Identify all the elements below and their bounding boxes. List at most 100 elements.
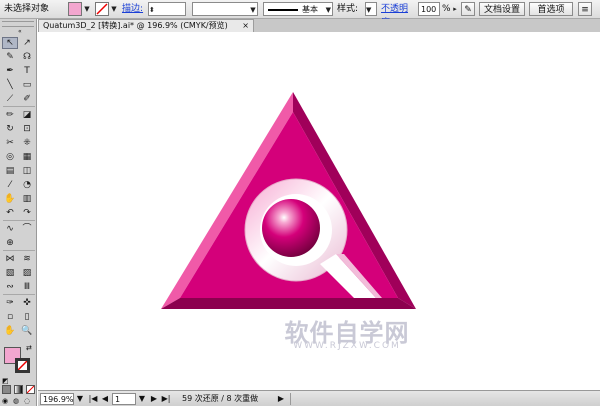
measure-tool-icon[interactable]: 🔍: [19, 325, 35, 337]
width-tool-icon[interactable]: ⊕: [2, 237, 18, 249]
draw-normal-icon[interactable]: ◉: [2, 397, 8, 405]
magic-wand-tool-icon[interactable]: ✎: [2, 51, 18, 63]
chevron-down-icon: ▼: [325, 6, 331, 14]
rotate-tool-icon[interactable]: ↻: [2, 123, 18, 135]
page-dropdown-icon[interactable]: ▼: [137, 393, 147, 405]
stepper-icon: ⬍: [149, 6, 155, 14]
crop-tool-icon[interactable]: ✋: [2, 325, 18, 337]
globe-tool-icon[interactable]: ⋈: [2, 253, 18, 265]
stroke-dropdown-icon[interactable]: ▼: [110, 2, 118, 16]
draw-behind-icon[interactable]: ◍: [13, 397, 19, 405]
history-status: 59 次还原 / 8 次重做: [182, 394, 259, 403]
perspective-tool-icon[interactable]: ▤: [2, 165, 18, 177]
page-field[interactable]: 1: [112, 393, 136, 405]
eyedropper-2-tool-icon[interactable]: ▫: [2, 311, 18, 323]
scissors-tool-icon[interactable]: ✂: [2, 137, 18, 149]
gradient-tool-icon[interactable]: ⁄: [2, 179, 18, 191]
direct-selection-tool-icon[interactable]: ↗: [19, 37, 35, 49]
recolor-icon[interactable]: ✎: [461, 2, 475, 16]
eraser-tool-icon[interactable]: ◪: [19, 109, 35, 121]
default-colors-icon[interactable]: ◩: [2, 377, 9, 385]
symbol-sprayer-tool-icon[interactable]: ▥: [19, 193, 35, 205]
blend-tool-icon[interactable]: ✋: [2, 193, 18, 205]
pen-tool-icon[interactable]: ✒: [2, 65, 18, 77]
next-page-icon[interactable]: ▶: [149, 393, 159, 405]
grid-tool-icon[interactable]: ✜: [19, 297, 35, 309]
stroke-weight-field[interactable]: ⬍: [148, 2, 186, 16]
column-graph-tool-icon[interactable]: ↷: [19, 207, 35, 219]
selection-status: 未选择对象: [4, 4, 50, 14]
first-page-icon[interactable]: |◀: [88, 393, 98, 405]
scale-tool-icon[interactable]: ⊡: [19, 123, 35, 135]
pencil-tool-icon[interactable]: ✐: [19, 93, 35, 105]
status-bar: 196.9% ▼ |◀ ◀ 1 ▼ ▶ ▶| 59 次还原 / 8 次重做 ▶: [38, 390, 600, 406]
drawing-mode-buttons: ◉ ◍ ◌: [2, 397, 35, 406]
stroke-swatch[interactable]: [95, 2, 109, 16]
shape-builder-tool-icon[interactable]: ▦: [19, 151, 35, 163]
stroke-color-box[interactable]: [15, 358, 30, 373]
free-transform-tool-icon[interactable]: ◎: [2, 151, 18, 163]
eyedropper-tool-icon[interactable]: ◔: [19, 179, 35, 191]
zoom-dropdown-icon[interactable]: ▼: [75, 393, 85, 405]
zoom-field[interactable]: 196.9%: [40, 393, 74, 405]
color-button[interactable]: [2, 385, 11, 394]
slice-tool-icon[interactable]: ⌒: [19, 223, 35, 235]
stroke-preview-line: [268, 9, 298, 11]
gradient-button[interactable]: [14, 385, 23, 394]
lens-sphere: [262, 199, 320, 257]
live-paint-tool-icon[interactable]: Ⅲ: [19, 281, 35, 293]
opacity-label[interactable]: 不透明度:: [381, 2, 417, 28]
last-page-icon[interactable]: ▶|: [161, 393, 171, 405]
line-segment-tool-icon[interactable]: ╲: [2, 79, 18, 91]
blob-brush-tool-icon[interactable]: ✏: [2, 109, 18, 121]
tool-separator: [3, 294, 35, 295]
brush-dropdown[interactable]: 基本 ▼: [263, 2, 333, 16]
collapse-icon[interactable]: «: [18, 28, 22, 35]
no-stroke-icon: [96, 3, 108, 15]
status-menu-icon[interactable]: ▶: [276, 393, 286, 405]
opacity-field[interactable]: 100: [418, 2, 440, 16]
rectangle-tool-icon[interactable]: ▭: [19, 79, 35, 91]
opacity-unit: %: [442, 4, 451, 14]
wave-tool-icon[interactable]: ▨: [19, 267, 35, 279]
panel-grip[interactable]: [2, 21, 34, 27]
tool-31-tool-icon[interactable]: ≋: [19, 253, 35, 265]
none-button[interactable]: [26, 385, 35, 394]
document-tab-title: Quatum3D_2 [转换].ai* @ 196.9% (CMYK/预览): [43, 21, 228, 30]
watermark-url: WWW.RJZXW.COM: [293, 341, 401, 351]
selection-tool-icon[interactable]: ↖: [2, 37, 18, 49]
chevron-down-icon: ▼: [366, 6, 372, 14]
graph-tool-icon[interactable]: ↶: [2, 207, 18, 219]
no-fill-icon: [26, 385, 35, 394]
type-tool-icon[interactable]: T: [19, 65, 35, 77]
mesh-tool-icon[interactable]: ◫: [19, 165, 35, 177]
paintbrush-tool-icon[interactable]: ⟋: [2, 93, 18, 105]
triangle-bottom-bevel: [161, 298, 416, 309]
style-dropdown[interactable]: ▼: [365, 2, 377, 16]
status-divider: [290, 393, 293, 405]
knife-tool-icon[interactable]: ▯: [19, 311, 35, 323]
swap-colors-icon[interactable]: ⇄: [26, 344, 32, 352]
variable-width-dropdown[interactable]: ▼: [192, 2, 258, 16]
stroke-label[interactable]: 描边:: [122, 2, 148, 16]
mesh-grid-tool-icon[interactable]: ✑: [2, 297, 18, 309]
tools-panel: « ↖ ↗ ✎ ☊ ✒ T ╲ ▭ ⟋ ✐ ✏ ◪ ↻ ⊡ ✂ ⁜ ◎ ▦ ▤ ◫ ⁄ ◔ ✋ ▥ ↶ ↷ ∿ ⌒ ⊕ ⋈ ≋ ▧ ▨ ∾ Ⅲ ✑ ✜ ▫…: [0, 19, 37, 406]
document-tab[interactable]: Quatum3D_2 [转换].ai* @ 196.9% (CMYK/预览) ×: [38, 19, 254, 32]
close-icon[interactable]: ×: [242, 20, 249, 32]
envelope-tool-icon[interactable]: ▧: [2, 267, 18, 279]
prev-page-icon[interactable]: ◀: [100, 393, 110, 405]
artboard-canvas[interactable]: 软件自学网 WWW.RJZXW.COM: [38, 32, 600, 390]
panel-menu-icon[interactable]: ≡: [578, 2, 592, 16]
lasso-tool-icon[interactable]: ☊: [19, 51, 35, 63]
opacity-dropdown-icon[interactable]: ▸: [451, 2, 459, 16]
tool-separator: [3, 250, 35, 251]
artboard-tool-icon[interactable]: ∿: [2, 223, 18, 235]
document-setup-button[interactable]: 文档设置: [479, 2, 525, 16]
warp-tool-icon[interactable]: ⁜: [19, 137, 35, 149]
fill-swatch[interactable]: [68, 2, 82, 16]
puppet-tool-icon[interactable]: [19, 237, 35, 249]
preferences-button[interactable]: 首选项: [529, 2, 573, 16]
fill-dropdown-icon[interactable]: ▼: [83, 2, 91, 16]
draw-inside-icon[interactable]: ◌: [24, 397, 30, 405]
image-trace-tool-icon[interactable]: ∾: [2, 281, 18, 293]
